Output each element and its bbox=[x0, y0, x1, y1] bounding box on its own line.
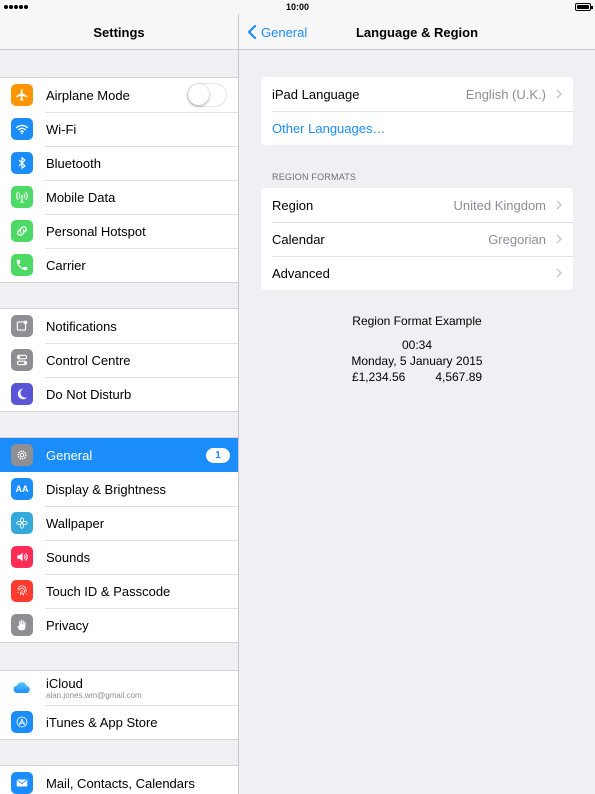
status-bar: 10:00 bbox=[0, 0, 595, 14]
detail-pane: General Language & Region iPad Language … bbox=[239, 14, 595, 794]
sidebar-item-label: iTunes & App Store bbox=[46, 715, 158, 730]
cloud-icon bbox=[11, 677, 33, 699]
sidebar-item-label: Do Not Disturb bbox=[46, 387, 132, 402]
sidebar-item-label: Wallpaper bbox=[46, 516, 105, 531]
speaker-icon bbox=[11, 546, 33, 568]
sidebar-item-label: iCloud bbox=[46, 676, 83, 691]
settings-sidebar: Settings Airplane Mode Wi-Fi Bluetooth M… bbox=[0, 14, 238, 794]
settings-group-general: General 1 AA Display & Brightness Wallpa… bbox=[0, 437, 238, 643]
sidebar-item-privacy[interactable]: Privacy bbox=[0, 608, 238, 642]
region-value: United Kingdom bbox=[453, 198, 547, 213]
calendar-value: Gregorian bbox=[488, 232, 546, 247]
phone-icon bbox=[11, 254, 33, 276]
bluetooth-icon bbox=[11, 152, 33, 174]
sidebar-item-label: Wi-Fi bbox=[46, 122, 77, 137]
battery-icon bbox=[575, 3, 593, 11]
settings-group-connectivity: Airplane Mode Wi-Fi Bluetooth Mobile Dat… bbox=[0, 77, 238, 283]
sidebar-item-mail-contacts-calendars[interactable]: Mail, Contacts, Calendars bbox=[0, 766, 238, 794]
notifications-icon bbox=[11, 315, 33, 337]
sidebar-item-label: Control Centre bbox=[46, 353, 131, 368]
example-currency: £1,234.56 bbox=[351, 370, 406, 384]
sidebar-item-wifi[interactable]: Wi-Fi bbox=[0, 112, 238, 146]
ipad-language-row[interactable]: iPad Language English (U.K.) bbox=[261, 77, 573, 111]
region-label: Region bbox=[272, 198, 314, 213]
region-row[interactable]: Region United Kingdom bbox=[261, 188, 573, 222]
calendar-row[interactable]: Calendar Gregorian bbox=[261, 222, 573, 256]
sidebar-item-label: Mail, Contacts, Calendars bbox=[46, 776, 195, 791]
hotspot-icon bbox=[11, 220, 33, 242]
fingerprint-icon bbox=[11, 580, 33, 602]
antenna-icon bbox=[11, 186, 33, 208]
sidebar-item-do-not-disturb[interactable]: Do Not Disturb bbox=[0, 377, 238, 411]
update-badge: 1 bbox=[206, 448, 230, 463]
status-time: 10:00 bbox=[285, 2, 310, 12]
sidebar-item-label: Personal Hotspot bbox=[46, 224, 146, 239]
region-card: Region United Kingdom Calendar Gregorian… bbox=[261, 188, 573, 290]
settings-group-notifications: Notifications Control Centre Do Not Dist… bbox=[0, 308, 238, 412]
ipad-language-value: English (U.K.) bbox=[465, 87, 546, 102]
chevron-right-icon bbox=[556, 234, 562, 244]
wifi-icon bbox=[11, 118, 33, 140]
sidebar-nav-bar: Settings bbox=[0, 14, 238, 50]
advanced-row[interactable]: Advanced bbox=[261, 256, 573, 290]
sidebar-item-label: Carrier bbox=[46, 258, 86, 273]
sidebar-item-mobile-data[interactable]: Mobile Data bbox=[0, 180, 238, 214]
advanced-label: Advanced bbox=[272, 266, 330, 281]
ipad-language-label: iPad Language bbox=[272, 87, 360, 102]
settings-group-accounts: iCloud alan.jones.wm@gmail.com iTunes & … bbox=[0, 670, 238, 740]
mail-icon bbox=[11, 772, 33, 794]
airplane-icon bbox=[11, 84, 33, 106]
language-card: iPad Language English (U.K.) Other Langu… bbox=[261, 77, 573, 145]
sidebar-item-label: General bbox=[46, 448, 93, 463]
example-title: Region Format Example bbox=[352, 314, 482, 328]
sidebar-item-personal-hotspot[interactable]: Personal Hotspot bbox=[0, 214, 238, 248]
other-languages-link[interactable]: Other Languages… bbox=[272, 121, 385, 136]
text-size-icon: AA bbox=[11, 478, 33, 500]
icloud-account-email: alan.jones.wm@gmail.com bbox=[46, 691, 142, 700]
chevron-right-icon bbox=[556, 200, 562, 210]
other-languages-row[interactable]: Other Languages… bbox=[261, 111, 573, 145]
wallpaper-icon bbox=[11, 512, 33, 534]
example-number: 4,567.89 bbox=[435, 370, 483, 384]
detail-nav-bar: General Language & Region bbox=[239, 14, 595, 50]
sidebar-item-general[interactable]: General 1 bbox=[0, 438, 238, 472]
example-numbers: £1,234.56 4,567.89 bbox=[239, 370, 595, 384]
sidebar-item-label: Display & Brightness bbox=[46, 482, 166, 497]
sidebar-item-icloud[interactable]: iCloud alan.jones.wm@gmail.com bbox=[0, 671, 238, 705]
region-formats-header: REGION FORMATS bbox=[272, 172, 357, 182]
airplane-mode-toggle[interactable] bbox=[187, 83, 227, 107]
sidebar-item-label: Touch ID & Passcode bbox=[46, 584, 171, 599]
page-title: Language & Region bbox=[355, 25, 479, 40]
example-date: Monday, 5 January 2015 bbox=[351, 354, 483, 368]
sidebar-item-label: Mobile Data bbox=[46, 190, 116, 205]
hand-icon bbox=[11, 614, 33, 636]
chevron-right-icon bbox=[556, 268, 562, 278]
example-time: 00:34 bbox=[401, 338, 433, 352]
sidebar-item-label: Sounds bbox=[46, 550, 91, 565]
app-store-icon bbox=[11, 711, 33, 733]
sidebar-item-label: Airplane Mode bbox=[46, 88, 130, 103]
control-centre-icon bbox=[11, 349, 33, 371]
sidebar-item-airplane-mode[interactable]: Airplane Mode bbox=[0, 78, 238, 112]
calendar-label: Calendar bbox=[272, 232, 325, 247]
sidebar-item-sounds[interactable]: Sounds bbox=[0, 540, 238, 574]
moon-icon bbox=[11, 383, 33, 405]
sidebar-item-label: Notifications bbox=[46, 319, 117, 334]
sidebar-item-touch-id-passcode[interactable]: Touch ID & Passcode bbox=[0, 574, 238, 608]
sidebar-item-control-centre[interactable]: Control Centre bbox=[0, 343, 238, 377]
sidebar-item-wallpaper[interactable]: Wallpaper bbox=[0, 506, 238, 540]
sidebar-item-itunes-app-store[interactable]: iTunes & App Store bbox=[0, 705, 238, 739]
sidebar-item-carrier[interactable]: Carrier bbox=[0, 248, 238, 282]
gear-icon bbox=[11, 444, 33, 466]
chevron-right-icon bbox=[556, 89, 562, 99]
sidebar-item-notifications[interactable]: Notifications bbox=[0, 309, 238, 343]
sidebar-title: Settings bbox=[93, 25, 145, 40]
sidebar-item-label: Bluetooth bbox=[46, 156, 101, 171]
sidebar-item-label: Privacy bbox=[46, 618, 89, 633]
settings-group-apps: Mail, Contacts, Calendars bbox=[0, 765, 238, 794]
sidebar-item-display-brightness[interactable]: AA Display & Brightness bbox=[0, 472, 238, 506]
sidebar-item-bluetooth[interactable]: Bluetooth bbox=[0, 146, 238, 180]
